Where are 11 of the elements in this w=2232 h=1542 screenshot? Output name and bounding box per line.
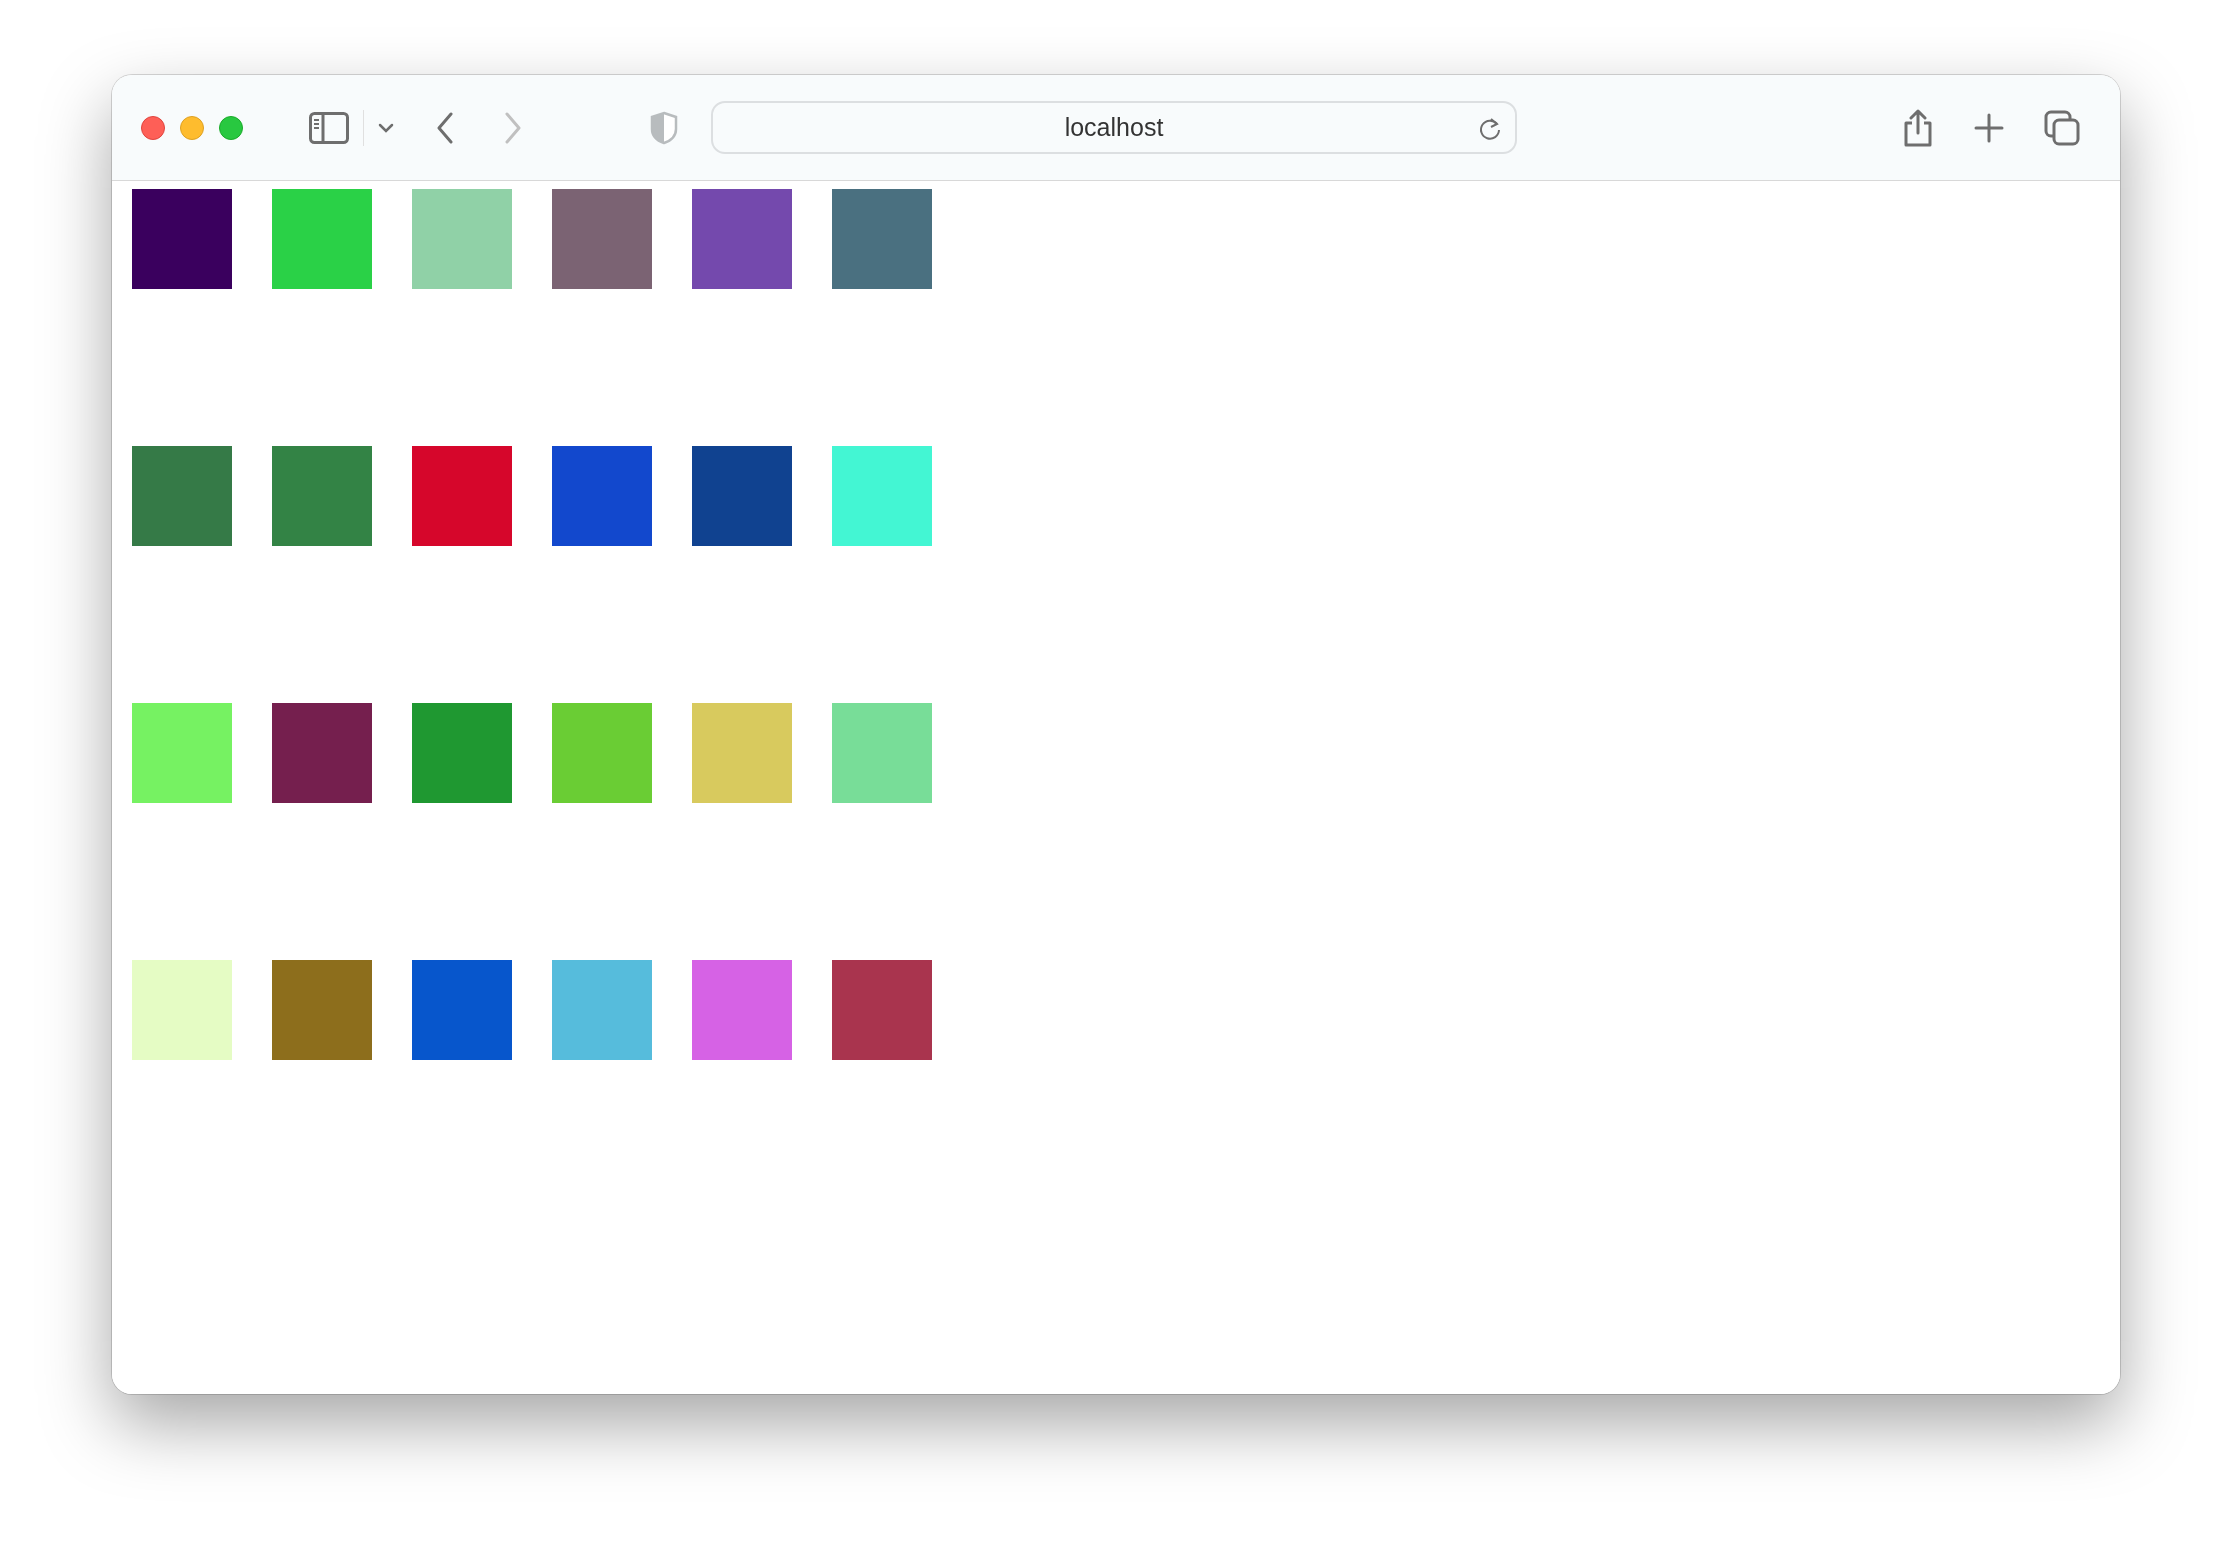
address-bar[interactable]: localhost bbox=[711, 101, 1517, 154]
tabs-overview-icon[interactable] bbox=[2044, 109, 2080, 146]
back-icon[interactable] bbox=[436, 111, 454, 144]
new-tab-icon[interactable] bbox=[1974, 112, 2004, 143]
address-text: localhost bbox=[1064, 113, 1164, 142]
sidebar-icon[interactable] bbox=[309, 111, 349, 144]
share-icon[interactable] bbox=[1902, 108, 1934, 147]
close-button[interactable] bbox=[141, 115, 165, 140]
reload-icon[interactable] bbox=[1477, 116, 1503, 142]
chevron-down-icon[interactable] bbox=[378, 122, 394, 133]
zoom-button[interactable] bbox=[219, 115, 243, 140]
